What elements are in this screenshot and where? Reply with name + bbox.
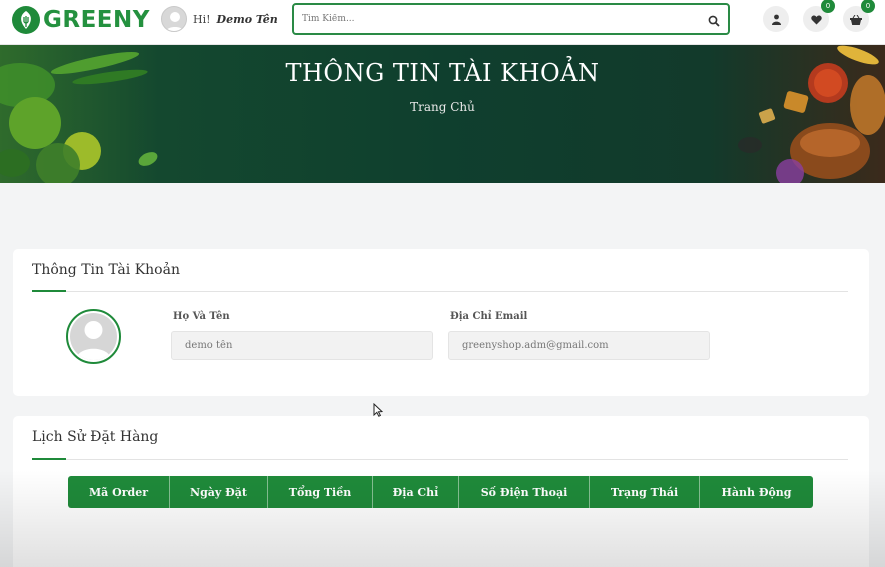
- email-field[interactable]: [448, 331, 710, 360]
- heart-icon: [810, 10, 822, 29]
- brand-logo[interactable]: GREENY: [12, 5, 150, 35]
- search-icon[interactable]: [708, 12, 720, 31]
- column-header[interactable]: Ngày Đặt: [170, 476, 268, 508]
- account-info-card: Thông Tin Tài Khoản Họ Và Tên Địa Chỉ Em…: [13, 249, 869, 396]
- brand-name: GREENY: [43, 7, 150, 33]
- cart-button[interactable]: 0: [843, 0, 875, 32]
- section-divider: [32, 458, 848, 460]
- page-title: THÔNG TIN TÀI KHOẢN: [285, 59, 600, 87]
- column-header[interactable]: Mã Order: [68, 476, 170, 508]
- full-name-field[interactable]: [171, 331, 433, 360]
- cart-count-badge: 0: [861, 0, 875, 13]
- search-input[interactable]: [302, 10, 692, 28]
- mouse-cursor-icon: [373, 403, 383, 417]
- column-header[interactable]: Số Điện Thoại: [459, 476, 590, 508]
- search-bar: [292, 3, 730, 35]
- user-name: Demo Tên: [216, 12, 278, 26]
- full-name-label: Họ Và Tên: [173, 311, 230, 322]
- avatar-placeholder-icon: [70, 313, 117, 360]
- column-header[interactable]: Trạng Thái: [590, 476, 700, 508]
- leaf-logo-icon: [12, 6, 40, 34]
- page-banner: THÔNG TIN TÀI KHOẢN Trang Chủ: [0, 45, 885, 183]
- wishlist-button[interactable]: 0: [803, 0, 835, 32]
- column-header[interactable]: Hành Động: [700, 476, 813, 508]
- order-history-title: Lịch Sử Đặt Hàng: [32, 429, 159, 445]
- profile-avatar[interactable]: [66, 309, 121, 364]
- divider-accent: [32, 458, 66, 460]
- orders-table-header: Mã Order Ngày Đặt Tổng Tiền Địa Chỉ Số Đ…: [68, 476, 813, 508]
- account-info-title: Thông Tin Tài Khoản: [32, 262, 180, 278]
- column-header[interactable]: Địa Chỉ: [373, 476, 459, 508]
- user-greeting[interactable]: Hi! Demo Tên: [161, 6, 278, 32]
- account-button[interactable]: [763, 6, 789, 32]
- wishlist-count-badge: 0: [821, 0, 835, 13]
- greeting-prefix: Hi!: [193, 12, 211, 26]
- breadcrumb[interactable]: Trang Chủ: [0, 100, 885, 114]
- divider-accent: [32, 290, 66, 292]
- column-header[interactable]: Tổng Tiền: [268, 476, 373, 508]
- avatar: [161, 6, 187, 32]
- email-label: Địa Chỉ Email: [450, 311, 528, 322]
- basket-icon: [850, 10, 862, 29]
- user-icon: [771, 10, 782, 29]
- top-header: GREENY Hi! Demo Tên Tìm Kiếm... 0 0: [0, 0, 885, 45]
- section-divider: [32, 290, 848, 292]
